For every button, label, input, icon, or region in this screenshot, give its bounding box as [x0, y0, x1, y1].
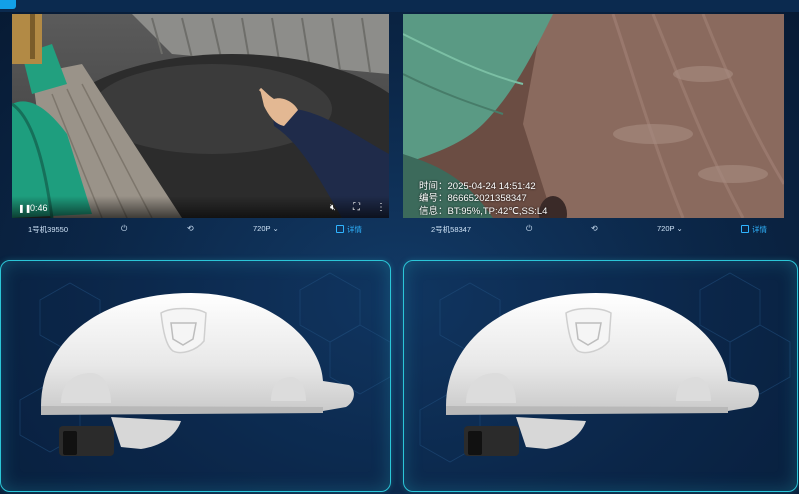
volume-off-icon[interactable]: 🔇︎ — [330, 202, 336, 213]
osd-device-info: 信息：BT:95%,TP:42℃,SS:L4 — [419, 205, 548, 217]
device-toolbar-1: 1号机39550 ⏻ ⟲ 720P ⌄ 详情 — [12, 221, 389, 237]
rotate-icon[interactable]: ⟲ — [591, 224, 598, 233]
top-strip — [0, 0, 799, 12]
detail-icon — [336, 225, 344, 233]
detail-label: 详情 — [347, 225, 362, 234]
detail-button[interactable]: 详情 — [741, 224, 767, 235]
rotate-icon[interactable]: ⟲ — [187, 224, 194, 233]
video-player-2[interactable]: 时间：2025-04-24 14:51:42 编号：86665202135834… — [403, 14, 784, 218]
video-player-1[interactable]: ❚❚ 0:46 🔇︎ ⛶ ⋮ — [12, 14, 389, 218]
resolution-value: 720P — [253, 224, 271, 233]
osd-serial-number: 编号：866652021358347 — [419, 193, 527, 204]
more-vertical-icon[interactable]: ⋮ — [376, 202, 386, 213]
helmet-image — [41, 293, 354, 456]
app-logo-icon — [0, 0, 16, 9]
resolution-select[interactable]: 720P ⌄ — [657, 224, 683, 233]
device-id-label: 1号机39550 — [28, 225, 69, 234]
chevron-down-icon: ⌄ — [676, 224, 683, 233]
video-osd-overlay: 时间：2025-04-24 14:51:42 编号：86665202135834… — [419, 181, 547, 219]
power-icon[interactable]: ⏻ — [526, 224, 532, 234]
detail-button[interactable]: 详情 — [336, 224, 362, 235]
chevron-down-icon: ⌄ — [272, 224, 279, 233]
video-frame-1 — [12, 14, 389, 218]
detail-label: 详情 — [752, 225, 767, 234]
resolution-value: 720P — [657, 224, 675, 233]
power-icon[interactable]: ⏻ — [121, 224, 127, 234]
helmet-image — [446, 293, 759, 456]
device-toolbar-2: 2号机58347 ⏻ ⟲ 720P ⌄ 详情 — [403, 221, 784, 237]
device-id-label: 2号机58347 — [431, 225, 472, 234]
fullscreen-icon[interactable]: ⛶ — [353, 202, 360, 213]
video-elapsed-time: 0:46 — [30, 203, 48, 213]
helmet-panel-1[interactable] — [0, 260, 391, 492]
detail-icon — [741, 225, 749, 233]
helmet-panel-2[interactable] — [403, 260, 798, 492]
osd-timestamp: 时间：2025-04-24 14:51:42 — [419, 180, 536, 192]
resolution-select[interactable]: 720P ⌄ — [253, 224, 279, 233]
